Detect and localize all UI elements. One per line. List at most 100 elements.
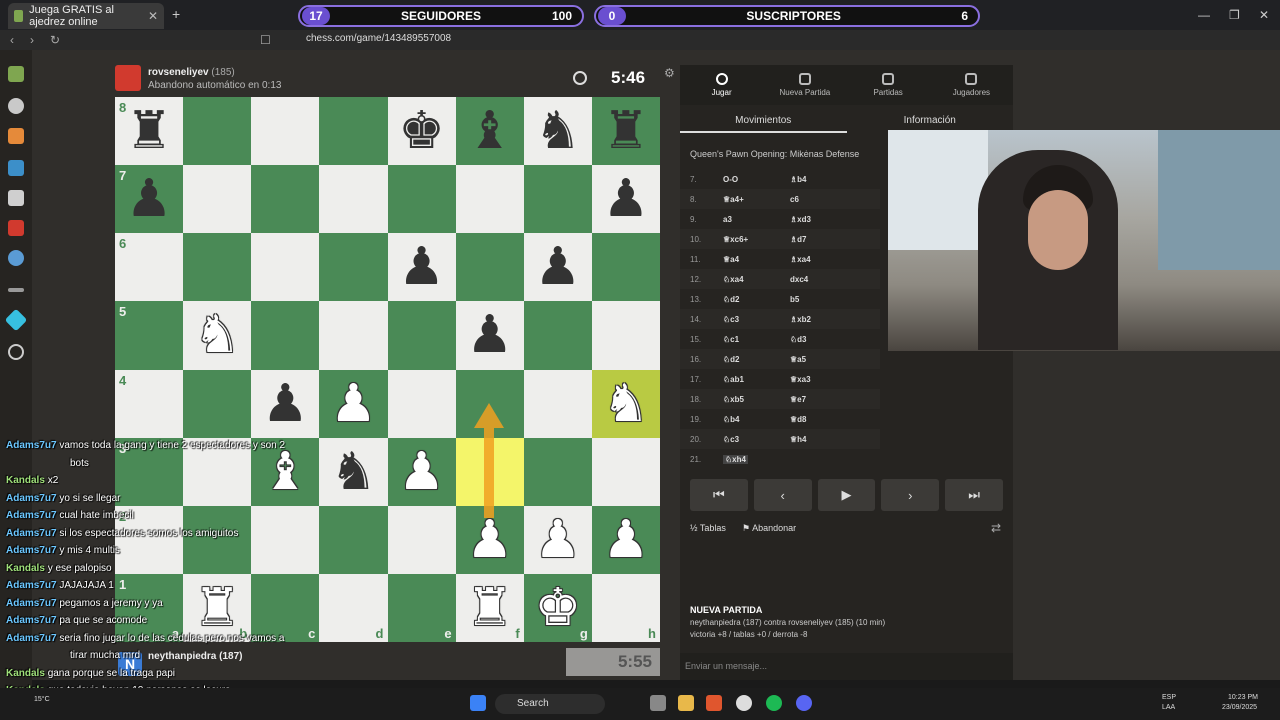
square-g8[interactable]: ♞ xyxy=(523,97,592,166)
next-move-button[interactable]: › xyxy=(881,479,940,511)
square-d7[interactable] xyxy=(319,165,388,234)
square-h6[interactable] xyxy=(591,233,660,302)
black-move[interactable]: dxc4 xyxy=(790,275,808,284)
more-icon[interactable] xyxy=(8,288,24,292)
white-pawn-piece[interactable]: ♟ xyxy=(398,446,445,498)
puzzles-icon[interactable] xyxy=(8,128,24,144)
white-pawn-piece[interactable]: ♟ xyxy=(330,378,377,430)
square-b7[interactable] xyxy=(183,165,252,234)
square-b5[interactable]: ♞ xyxy=(183,301,252,370)
square-f7[interactable] xyxy=(455,165,524,234)
square-d5[interactable] xyxy=(319,301,388,370)
prev-move-button[interactable]: ‹ xyxy=(753,479,812,511)
learn-icon[interactable] xyxy=(8,160,24,176)
chatgpt-icon[interactable] xyxy=(736,695,752,711)
black-move[interactable]: ♗b4 xyxy=(790,175,807,184)
search-icon[interactable] xyxy=(8,344,24,360)
square-d1[interactable]: d xyxy=(319,573,388,642)
taskbar-search[interactable]: Search xyxy=(495,694,605,714)
square-h4[interactable]: ♞ xyxy=(591,369,660,438)
black-move[interactable]: ♕d8 xyxy=(790,415,807,424)
new-tab-button[interactable]: + xyxy=(172,6,180,22)
square-g3[interactable] xyxy=(523,437,592,506)
square-d4[interactable]: ♟ xyxy=(319,369,388,438)
file-explorer-icon[interactable] xyxy=(678,695,694,711)
black-move[interactable]: ♘d3 xyxy=(790,335,807,344)
white-move[interactable]: ♕a4+ xyxy=(723,195,744,204)
square-b8[interactable] xyxy=(183,97,252,166)
square-a4[interactable]: 4 xyxy=(115,369,184,438)
weather-text[interactable]: 15°C xyxy=(34,696,50,703)
black-move[interactable]: ♕xa3 xyxy=(790,375,811,384)
chat-username[interactable]: Adams7u7 xyxy=(6,615,57,626)
close-window-button[interactable]: ✕ xyxy=(1259,8,1269,22)
black-rook-piece[interactable]: ♜ xyxy=(126,105,173,157)
last-move-button[interactable]: ⏭ xyxy=(945,479,1003,511)
diamond-icon[interactable] xyxy=(4,308,28,332)
news-icon[interactable] xyxy=(8,220,24,236)
browser-tab[interactable]: Juega GRATIS al ajedrez online ✕ xyxy=(8,3,164,29)
square-d8[interactable] xyxy=(319,97,388,166)
square-h3[interactable] xyxy=(591,437,660,506)
square-e5[interactable] xyxy=(387,301,456,370)
chat-username[interactable]: Adams7u7 xyxy=(6,440,57,451)
white-knight-piece[interactable]: ♞ xyxy=(603,378,650,430)
black-move[interactable]: ♕a5 xyxy=(790,355,806,364)
play-icon[interactable] xyxy=(8,98,24,114)
square-d3[interactable]: ♞ xyxy=(319,437,388,506)
white-move[interactable]: ♘d2 xyxy=(723,355,740,364)
square-f8[interactable]: ♝ xyxy=(455,97,524,166)
square-g1[interactable]: g ♚ xyxy=(523,573,592,642)
white-pawn-piece[interactable]: ♟ xyxy=(466,514,513,566)
top-player-avatar[interactable] xyxy=(115,65,141,91)
square-a5[interactable]: 5 xyxy=(115,301,184,370)
white-king-piece[interactable]: ♚ xyxy=(535,582,582,634)
black-pawn-piece[interactable]: ♟ xyxy=(466,309,513,361)
spotify-icon[interactable] xyxy=(766,695,782,711)
square-c4[interactable]: ♟ xyxy=(251,369,320,438)
subtab-moves[interactable]: Movimientos xyxy=(680,111,847,133)
chat-username[interactable]: Adams7u7 xyxy=(6,580,57,591)
maximize-button[interactable]: ❐ xyxy=(1229,8,1240,22)
black-pawn-piece[interactable]: ♟ xyxy=(398,241,445,293)
black-pawn-piece[interactable]: ♟ xyxy=(603,173,650,225)
square-d2[interactable] xyxy=(319,505,388,574)
square-e8[interactable]: ♚ xyxy=(387,97,456,166)
square-g7[interactable] xyxy=(523,165,592,234)
white-move[interactable]: ♘b4 xyxy=(723,415,740,424)
chat-username[interactable]: Adams7u7 xyxy=(6,598,57,609)
square-a7[interactable]: 7 ♟ xyxy=(115,165,184,234)
black-move[interactable]: ♗xb2 xyxy=(790,315,811,324)
windows-start-icon[interactable] xyxy=(470,695,486,711)
draw-button[interactable]: ½ Tablas xyxy=(690,523,726,533)
chat-username[interactable]: Kandals xyxy=(6,475,45,486)
black-move[interactable]: ♗xa4 xyxy=(790,255,811,264)
tab-new-game[interactable]: Nueva Partida xyxy=(763,65,846,105)
first-move-button[interactable]: ⏮ xyxy=(690,479,748,511)
top-player-name-row[interactable]: rovseneliyev (185) xyxy=(148,67,235,78)
square-a8[interactable]: 8 ♜ xyxy=(115,97,184,166)
brave-icon[interactable] xyxy=(706,695,722,711)
chat-username[interactable]: Adams7u7 xyxy=(6,510,57,521)
chat-username[interactable]: Adams7u7 xyxy=(6,528,57,539)
square-e4[interactable] xyxy=(387,369,456,438)
square-f5[interactable]: ♟ xyxy=(455,301,524,370)
social-icon[interactable] xyxy=(8,250,24,266)
white-pawn-piece[interactable]: ♟ xyxy=(603,514,650,566)
square-c6[interactable] xyxy=(251,233,320,302)
square-e3[interactable]: ♟ xyxy=(387,437,456,506)
white-move[interactable]: O-O xyxy=(723,175,738,184)
white-rook-piece[interactable]: ♜ xyxy=(466,582,513,634)
square-d6[interactable] xyxy=(319,233,388,302)
tab-play[interactable]: Jugar xyxy=(680,65,763,105)
white-move[interactable]: ♘d2 xyxy=(723,295,740,304)
black-move[interactable]: c6 xyxy=(790,195,799,204)
tab-games[interactable]: Partidas xyxy=(847,65,930,105)
square-e6[interactable]: ♟ xyxy=(387,233,456,302)
chat-username[interactable]: Adams7u7 xyxy=(6,633,57,644)
language-indicator[interactable]: ESP xyxy=(1162,694,1176,701)
square-h5[interactable] xyxy=(591,301,660,370)
square-b4[interactable] xyxy=(183,369,252,438)
black-pawn-piece[interactable]: ♟ xyxy=(126,173,173,225)
square-h7[interactable]: ♟ xyxy=(591,165,660,234)
